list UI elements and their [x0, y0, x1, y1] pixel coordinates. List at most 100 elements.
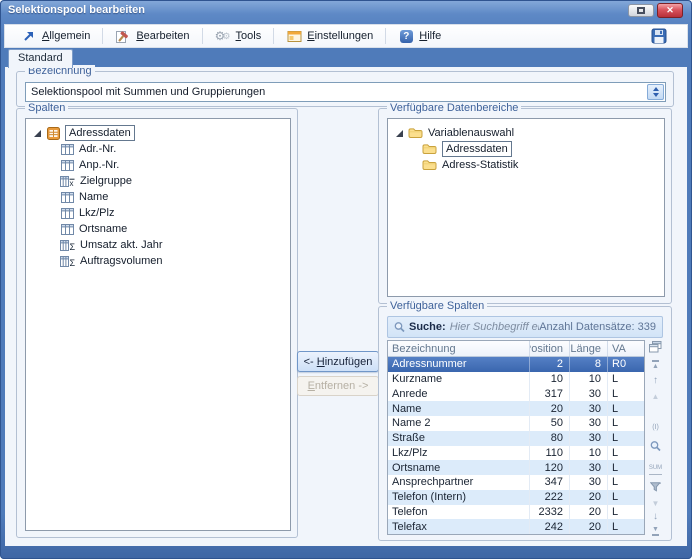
column-chooser-icon[interactable] — [647, 341, 664, 357]
toolbar-button-label: Bearbeiten — [136, 30, 190, 42]
tree-item-root[interactable]: Adressdaten — [30, 125, 286, 141]
tree-item[interactable]: Σ Umsatz akt. Jahr — [30, 237, 286, 253]
expander-icon[interactable] — [396, 129, 403, 137]
grid-column-icon — [60, 223, 74, 235]
cell-position: 2 — [530, 357, 570, 372]
cell-bezeichnung: Telefon — [388, 504, 530, 520]
datasource-icon — [46, 126, 60, 140]
brackets-icon[interactable]: (I) — [647, 421, 664, 434]
search-input[interactable]: Hier Suchbegriff eingebe — [450, 321, 540, 333]
column-header[interactable]: Länge — [570, 341, 608, 356]
toolbar-button-allgemein[interactable]: Allgemein — [11, 26, 100, 46]
minimize-button[interactable] — [628, 4, 654, 17]
table-row[interactable]: Name 20 30 L — [388, 401, 644, 416]
tree-item[interactable]: x Zielgruppe — [30, 173, 286, 189]
tree-item[interactable]: Anp.-Nr. — [30, 157, 286, 173]
cell-position: 10 — [530, 371, 570, 387]
bezeichnung-combobox[interactable]: Selektionspool mit Summen und Gruppierun… — [25, 82, 666, 102]
sum-icon[interactable]: SUM — [647, 461, 664, 475]
cell-position: 2332 — [530, 504, 570, 520]
cell-laenge: 30 — [570, 401, 608, 416]
cell-bezeichnung: Kurzname — [388, 371, 530, 387]
main-panel: Bezeichnung Selektionspool mit Summen un… — [5, 65, 687, 546]
cell-laenge: 20 — [570, 489, 608, 505]
table-row[interactable]: Kurzname 10 10 L — [388, 371, 644, 387]
table-row[interactable]: Telefax 242 20 L — [388, 519, 644, 534]
tree-item-label: Name — [79, 191, 109, 203]
grid-sum-icon: Σ — [60, 255, 75, 267]
tree-item-label: Adr.-Nr. — [79, 143, 117, 155]
gears-icon: ⚙ ⚙ — [214, 29, 231, 43]
dialog-window: Selektionspool bearbeiten ✕ Allgemein Bea… — [0, 0, 692, 559]
cell-laenge: 20 — [570, 504, 608, 520]
close-icon: ✕ — [666, 5, 674, 15]
tree-item[interactable]: Adr.-Nr. — [30, 141, 286, 157]
table-row[interactable]: Lkz/Plz 110 10 L — [388, 445, 644, 461]
toolbar-button-hilfe[interactable]: ? Hilfe — [388, 26, 451, 46]
remove-button[interactable]: Entfernen -> — [297, 376, 379, 396]
tree-item[interactable]: Σ Auftragsvolumen — [30, 253, 286, 269]
search-bar: Suche: Hier Suchbegriff eingebe Anzahl D… — [387, 316, 663, 338]
toolbar-separator — [273, 28, 275, 44]
tree-item[interactable]: Adress-Statistik — [392, 157, 660, 173]
cell-va: L — [612, 491, 619, 504]
toolbar-separator — [201, 28, 203, 44]
cell-bezeichnung: Name — [388, 401, 530, 416]
toolbar: Allgemein Bearbeiten ⚙ ⚙ Tools Einstellungen?… — [4, 24, 688, 48]
toolbar-button-label: Hilfe — [419, 30, 442, 42]
column-header[interactable]: VA — [608, 341, 644, 356]
table-row[interactable]: Telefon (Intern) 222 20 L — [388, 489, 644, 505]
cell-va: L — [612, 476, 619, 489]
table-row[interactable]: Name 2 50 30 L — [388, 416, 644, 431]
cell-bezeichnung: Name 2 — [388, 416, 530, 431]
folder-icon — [422, 159, 437, 171]
window-settings-icon — [286, 29, 302, 44]
table-row[interactable]: Ansprechpartner 347 30 L — [388, 475, 644, 490]
page-down-icon[interactable]: ▼ — [647, 498, 664, 510]
move-up-icon[interactable]: ↑ — [647, 375, 664, 387]
column-header[interactable]: Position — [530, 341, 570, 356]
grid-column-icon — [60, 143, 74, 155]
svg-text:Σ: Σ — [70, 242, 76, 251]
cell-bezeichnung: Telefon (Intern) — [388, 489, 530, 505]
table-row[interactable]: Ortsname 120 30 L — [388, 460, 644, 475]
table-row[interactable]: Straße 80 30 L — [388, 430, 644, 446]
tab-standard[interactable]: Standard — [8, 49, 73, 68]
toolbar-button-label: Allgemein — [42, 30, 91, 42]
move-down-icon[interactable]: ↓ — [647, 511, 664, 523]
cell-va: L — [612, 505, 619, 518]
table-row[interactable]: Telefon 2332 20 L — [388, 504, 644, 520]
combobox-spin-button[interactable] — [647, 84, 664, 100]
search-icon[interactable] — [647, 440, 664, 457]
add-button[interactable]: <- Hinzufügen — [297, 351, 379, 372]
page-up-icon[interactable]: ▲ — [647, 391, 664, 403]
toolbar-button-bearbeiten[interactable]: Bearbeiten — [105, 26, 199, 46]
cell-laenge: 30 — [570, 430, 608, 446]
folder-icon — [408, 127, 423, 139]
tree-item[interactable]: Adressdaten — [392, 141, 660, 157]
toolbar-items: Allgemein Bearbeiten ⚙ ⚙ Tools Einstellungen?… — [11, 26, 451, 46]
filter-icon[interactable] — [647, 482, 664, 496]
table-body: Adressnummer 2 8 R0 Kurzname 10 10 L Anrede 317 30… — [388, 357, 644, 534]
toolbar-button-einstellungen[interactable]: Einstellungen — [276, 26, 383, 46]
expander-icon[interactable] — [34, 129, 41, 137]
table-row[interactable]: Adressnummer 2 8 R0 — [388, 357, 644, 372]
cell-laenge: 30 — [570, 460, 608, 475]
toolbar-button-tools[interactable]: ⚙ ⚙ Tools — [205, 26, 272, 46]
tree-item-label: Zielgruppe — [80, 175, 132, 187]
tree-item[interactable]: Ortsname — [30, 221, 286, 237]
scroll-bottom-icon[interactable]: ▼ — [647, 523, 664, 536]
combobox-value: Selektionspool mit Summen und Gruppierun… — [31, 86, 266, 98]
tree-item-root[interactable]: Variablenauswahl — [392, 125, 660, 141]
cell-laenge: 30 — [570, 416, 608, 431]
close-button[interactable]: ✕ — [657, 3, 683, 18]
save-button[interactable] — [650, 28, 668, 46]
tree-item[interactable]: Lkz/Plz — [30, 205, 286, 221]
spalten-tree: Adressdaten Adr.-Nr. Anp.-Nr. x Zielgruppe Na… — [26, 119, 290, 275]
scroll-top-icon[interactable]: ▲ — [647, 360, 664, 372]
search-label: Suche: — [409, 321, 446, 333]
table-row[interactable]: Anrede 317 30 L — [388, 386, 644, 402]
cell-bezeichnung: Ortsname — [388, 460, 530, 475]
column-header[interactable]: Bezeichnung — [388, 341, 530, 356]
tree-item[interactable]: Name — [30, 189, 286, 205]
